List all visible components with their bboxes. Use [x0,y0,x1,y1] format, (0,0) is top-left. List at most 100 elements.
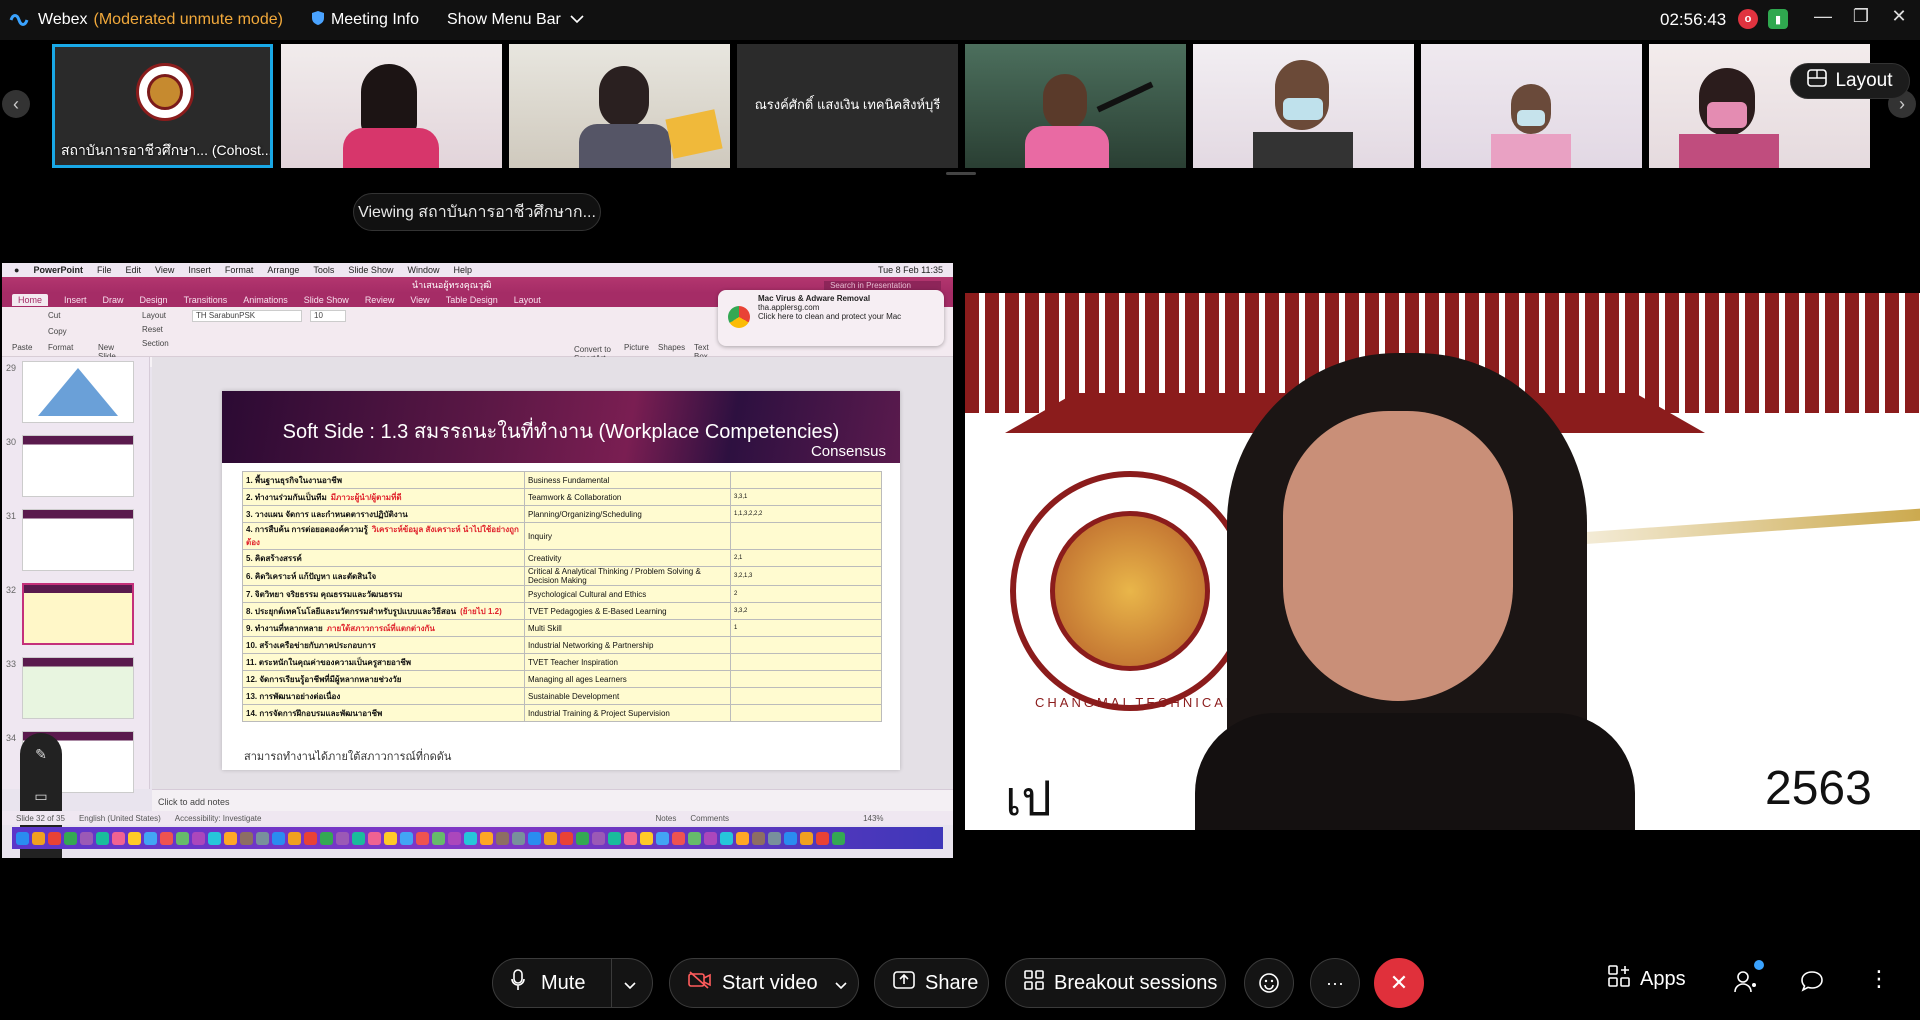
shared-screen[interactable]: ● PowerPoint File Edit View Insert Forma… [2,263,953,858]
competency-row: 10. สร้างเครือข่ายกับภาคประกอบการ Industr… [242,636,882,654]
participant-tile[interactable]: ณรงค์ศักดิ์ แสงเงิน เทคนิคสิงห์บุรี [737,44,958,168]
participant-name: ณรงค์ศักดิ์ แสงเงิน เทคนิคสิงห์บุรี [754,97,941,112]
mute-label: Mute [541,971,586,994]
chevron-down-icon[interactable] [834,974,848,997]
dock-app-icon [528,831,541,845]
dock-app-icon [288,831,301,845]
chat-icon[interactable] [1800,970,1824,992]
apps-icon [1608,965,1630,993]
share-button[interactable]: Share [874,958,989,1008]
dock-app-icon [224,831,237,845]
participant-tile[interactable] [281,44,502,168]
breakout-label: Breakout sessions [1054,971,1218,994]
video-off-icon [688,971,712,995]
slide-thumbnail-selected [22,583,134,645]
layout-button[interactable]: Layout [1790,63,1910,99]
start-video-label: Start video [722,971,818,994]
mac-dock [12,827,943,849]
mac-menu-item: View [154,265,175,275]
active-speaker-video[interactable]: CHANGMAI TECHNICAL COLLEGE เป 2563 [965,293,1920,830]
competency-english: Managing all ages Learners [524,670,731,688]
competency-row: 5. คิดสร้างสรรค์ Creativity 2,1 [242,549,882,567]
dock-app-icon [672,831,685,845]
competency-row: 6. คิดวิเคราะห์ แก้ปัญหา และตัดสินใจ Crit… [242,566,882,586]
strip-resize-handle[interactable] [946,172,976,175]
leave-meeting-icon[interactable]: ✕ [1374,958,1424,1008]
competency-row: 3. วางแผน จัดการ และกำหนดตารางปฏิบัติงาน… [242,505,882,523]
participant-tile[interactable] [965,44,1186,168]
restore-icon[interactable]: ❐ [1846,6,1876,27]
competency-row: 9. ทำงานที่หลากหลาย ภายใต้สภาวการณ์ที่แตก… [242,619,882,637]
reset-label: Reset [142,325,163,334]
ribbon-tab: Draw [102,295,124,305]
competency-thai-text: 2. ทำงานร่วมกันเป็นทีม [246,492,327,502]
eraser-icon[interactable]: ▭ [34,788,47,805]
pen-icon[interactable]: ✎ [35,746,47,763]
dock-app-icon [48,831,61,845]
competency-thai: 3. วางแผน จัดการ และกำหนดตารางปฏิบัติงาน [242,505,525,523]
slide-thumbnail [22,509,134,571]
breakout-sessions-button[interactable]: Breakout sessions [1005,958,1226,1008]
show-menu-bar-button[interactable]: Show Menu Bar [447,11,585,29]
competency-english: Business Fundamental [524,471,731,489]
competency-english: Sustainable Development [524,687,731,705]
microphone-icon [511,969,525,997]
reactions-icon[interactable] [1244,958,1294,1008]
dock-app-icon [160,831,173,845]
dock-app-icon [496,831,509,845]
close-icon[interactable]: ✕ [1884,6,1914,27]
apps-button[interactable]: Apps [1608,965,1686,993]
dock-app-icon [272,831,285,845]
ribbon-tab: View [410,295,430,305]
competency-row: 12. จัดการเรียนรู้อาชีพที่มีผู้หลากหลายช… [242,670,882,688]
competency-english: Industrial Networking & Partnership [524,636,731,654]
banner-year: 2563 [1765,762,1872,815]
mute-button[interactable]: Mute [492,958,653,1008]
record-icon[interactable]: o [1738,9,1758,29]
dock-app-icon [688,831,701,845]
competency-thai-text: 10. สร้างเครือข่ายกับภาคประกอบการ [246,640,376,650]
cut-label: Cut [48,311,61,320]
competency-row: 7. จิตวิทยา จริยธรรม คุณธรรมและวัฒนธรรม P… [242,585,882,603]
ribbon-tab: Transitions [183,295,228,305]
competency-score: 2 [730,585,882,603]
competency-score [730,636,882,654]
apple-icon: ● [14,265,20,275]
participant-tile[interactable] [1421,44,1642,168]
viewing-indicator[interactable]: Viewing สถาบันการอาชีวศึกษาก... [353,193,601,231]
start-video-button[interactable]: Start video [669,958,859,1008]
speaker-face [1283,411,1513,701]
network-health-icon[interactable]: ▮ [1768,9,1788,29]
competency-thai-text: 4. การสืบค้น การต่อยอดองค์ความรู้ [246,525,368,534]
participant-tile[interactable] [1193,44,1414,168]
ribbon-tab: Insert [64,295,87,305]
competency-row: 13. การพัฒนาอย่างต่อเนื่อง Sustainable De… [242,687,882,705]
dock-app-icon [640,831,653,845]
more-panels-icon[interactable]: ⋮ [1868,966,1890,992]
dock-app-icon [832,831,845,845]
status-language: English (United States) [78,813,161,823]
popup-title: Mac Virus & Adware Removal [758,294,871,303]
competency-english: Planning/Organizing/Scheduling [524,505,731,523]
layout-label: Layout [1835,70,1893,91]
participant-tile-cohost[interactable]: สถาบันการอาชีวศึกษา... (Cohost...) [52,44,273,168]
participant-tile[interactable] [509,44,730,168]
more-options-icon[interactable]: ··· [1310,958,1360,1008]
participants-icon[interactable] [1734,960,1764,994]
notes-pane: Click to add notes [152,789,953,811]
meeting-mode: (Moderated unmute mode) [93,11,283,28]
dock-app-icon [16,831,29,845]
chevron-left-icon[interactable]: ‹ [2,90,30,118]
competency-thai-text: 9. ทำงานที่หลากหลาย [246,623,323,633]
dock-app-icon [240,831,253,845]
competency-table: 1. พื้นฐานธุรกิจในงานอาชีพ Business Funda… [242,471,882,722]
competency-note: ภายใต้สภาวการณ์ที่แตกต่างกัน [326,623,435,633]
dock-app-icon [752,831,765,845]
status-comments: Comments [690,813,730,823]
dock-app-icon [512,831,525,845]
minimize-icon[interactable]: — [1808,6,1838,27]
mac-menu-item: Format [224,265,254,275]
chevron-down-icon[interactable] [623,974,637,997]
dock-app-icon [384,831,397,845]
meeting-info-button[interactable]: Meeting Info [311,10,419,31]
